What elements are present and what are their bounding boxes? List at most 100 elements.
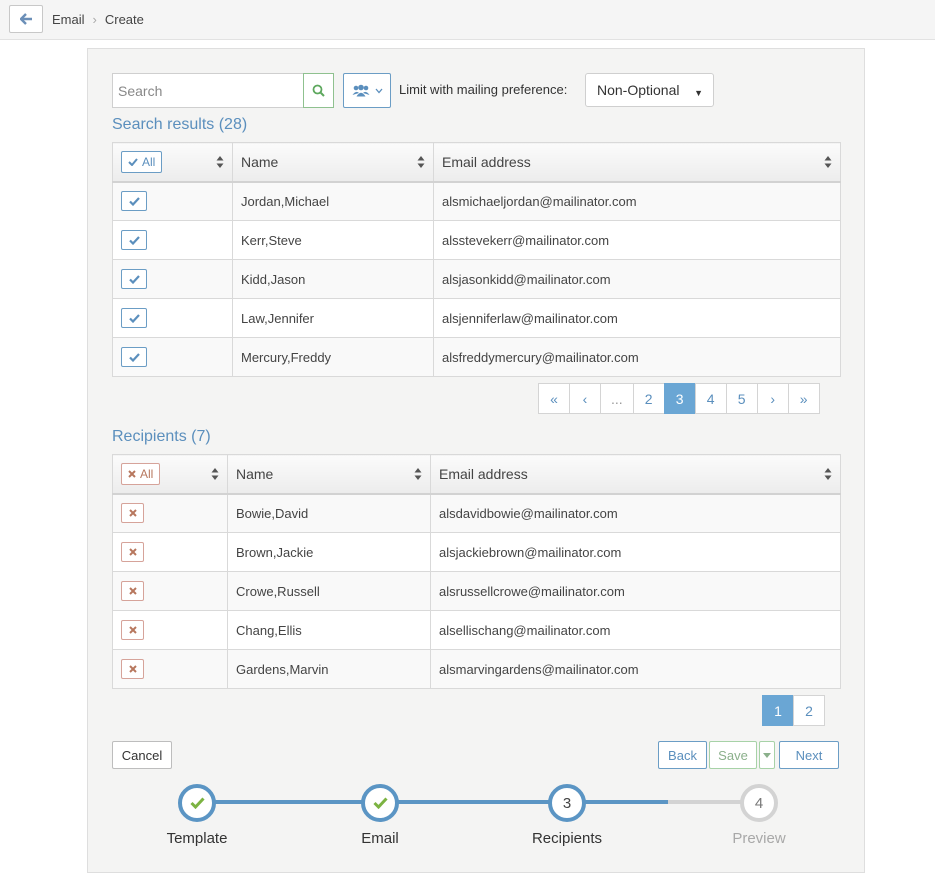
name-column-header[interactable]: Name [232,142,434,183]
remove-recipient-button[interactable] [121,659,144,679]
name-cell: Crowe,Russell [227,571,431,611]
remove-recipient-button[interactable] [121,581,144,601]
page-3[interactable]: 3 [663,383,696,414]
select-all-label: All [142,154,156,169]
close-icon [128,470,136,478]
check-icon [128,158,138,166]
add-recipient-checkbox[interactable] [121,269,147,289]
remove-recipient-button[interactable] [121,503,144,524]
caret-down-icon: ▼ [694,88,703,98]
add-recipient-checkbox[interactable] [121,347,147,367]
sort-icon[interactable] [216,155,224,169]
add-recipient-checkbox[interactable] [121,230,147,250]
step-template-circle[interactable] [178,784,216,822]
email-cell: alsstevekerr@mailinator.com [433,220,841,260]
select-cell [112,181,233,221]
page-ellipsis: ... [600,383,634,414]
email-column-header[interactable]: Email address [430,454,841,495]
select-column-header: All [112,142,233,183]
table-row: Bowie,David alsdavidbowie@mailinator.com [112,493,841,533]
step-recipients-circle[interactable]: 3 [548,784,586,822]
chevron-right-icon: › [92,12,97,27]
page-4[interactable]: 4 [694,383,727,414]
page-next[interactable]: › [756,383,789,414]
name-cell: Bowie,David [227,493,431,533]
page-first[interactable]: « [538,383,570,414]
top-bar: Email › Create [0,0,935,40]
name-cell: Jordan,Michael [232,181,434,221]
recipients-title: Recipients (7) [112,428,211,445]
remove-cell [112,649,228,689]
add-recipient-checkbox[interactable] [121,308,147,328]
save-options-dropdown[interactable] [759,741,775,769]
search-results-table: All Name Email address Jordan,Michael al… [112,142,841,377]
page-5[interactable]: 5 [725,383,758,414]
search-button[interactable] [303,73,334,108]
table-row: Mercury,Freddy alsfreddymercury@mailinat… [112,337,841,377]
page-last[interactable]: » [787,383,820,414]
name-cell: Chang,Ellis [227,610,431,650]
name-header-label: Name [236,465,274,482]
group-select-button[interactable] [343,73,391,108]
email-cell: alsjenniferlaw@mailinator.com [433,298,841,338]
remove-all-button[interactable]: All [121,462,161,485]
email-header-label: Email address [439,465,528,482]
save-button[interactable]: Save [709,741,757,769]
add-recipient-checkbox[interactable] [121,191,147,212]
search-input[interactable] [112,73,304,108]
step-recipients-label: Recipients [531,830,603,847]
table-row: Brown,Jackie alsjackiebrown@mailinator.c… [112,532,841,572]
name-cell: Gardens,Marvin [227,649,431,689]
select-cell [112,298,233,338]
close-icon [128,548,137,556]
select-cell [112,220,233,260]
breadcrumb-email[interactable]: Email [52,12,85,27]
sort-icon[interactable] [414,467,422,481]
remove-recipient-button[interactable] [121,542,144,562]
limit-preference-label: Limit with mailing preference: [399,82,568,97]
mailing-preference-select[interactable]: Non-Optional ▼ [585,73,714,107]
select-all-button[interactable]: All [121,150,163,173]
step-preview-label: Preview [732,830,786,847]
email-cell: alsmichaeljordan@mailinator.com [433,181,841,221]
next-button[interactable]: Next [779,741,839,769]
chevron-down-icon [375,88,382,93]
check-icon [128,235,140,245]
remove-cell [112,532,228,572]
step-email-label: Email [361,830,399,847]
email-column-header[interactable]: Email address [433,142,841,183]
progress-line-complete [215,800,668,804]
table-row: Chang,Ellis alsellischang@mailinator.com [112,610,841,650]
users-icon [352,84,369,97]
breadcrumb: Email › Create [52,12,144,27]
sort-icon[interactable] [824,155,832,169]
email-cell: alsjasonkidd@mailinator.com [433,259,841,299]
back-button[interactable]: Back [658,741,707,769]
sort-icon[interactable] [417,155,425,169]
sort-icon[interactable] [824,467,832,481]
recipients-pagination: 1 2 [762,695,825,726]
remove-recipient-button[interactable] [121,620,144,640]
search-icon [312,84,325,97]
page-1[interactable]: 1 [762,695,794,726]
back-arrow-button[interactable] [9,5,43,33]
progress-line-remaining [668,800,748,804]
name-column-header[interactable]: Name [227,454,431,495]
close-icon [128,626,137,634]
email-cell: alsfreddymercury@mailinator.com [433,337,841,377]
page-2[interactable]: 2 [632,383,665,414]
step-template-label: Template [166,830,228,847]
email-cell: alsjackiebrown@mailinator.com [430,532,841,572]
page-prev[interactable]: ‹ [569,383,601,414]
cancel-button[interactable]: Cancel [112,741,172,769]
page-2[interactable]: 2 [793,695,825,726]
step-email-circle[interactable] [361,784,399,822]
check-icon [128,352,140,362]
remove-cell [112,571,228,611]
close-icon [128,587,137,595]
email-header-label: Email address [442,153,531,170]
caret-down-icon [763,752,771,758]
email-cell: alsrussellcrowe@mailinator.com [430,571,841,611]
sort-icon[interactable] [211,467,219,481]
check-icon [372,797,388,809]
